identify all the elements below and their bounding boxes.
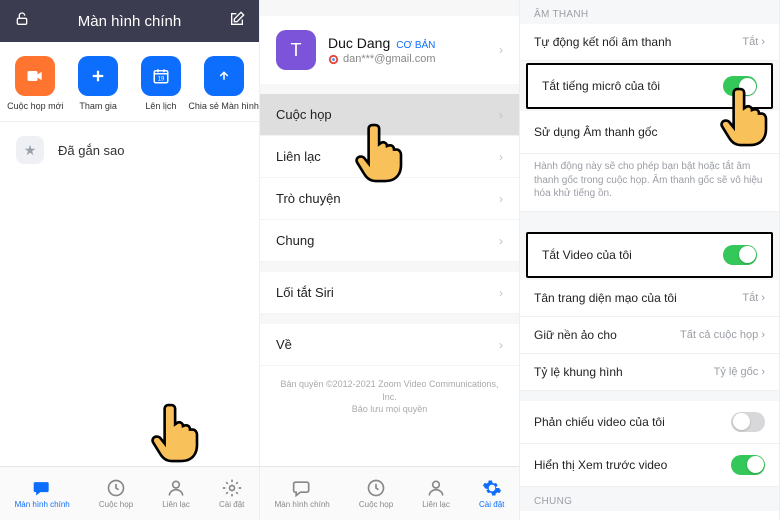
tab-home[interactable]: Màn hình chính (275, 478, 330, 509)
toggle-mute-mic[interactable] (723, 76, 757, 96)
row-always-controls[interactable]: Luôn hiện các nút điều khiển cuộc họp (520, 511, 779, 520)
tab-settings[interactable]: Cài đặt (479, 478, 504, 509)
schedule-button[interactable]: 19 Lên lịch (131, 56, 191, 111)
chevron-right-icon: › (499, 43, 503, 57)
row-preview[interactable]: Hiển thị Xem trước video (520, 444, 779, 487)
tab-meetings[interactable]: Cuộc họp (359, 478, 393, 509)
lock-icon (14, 11, 30, 31)
chevron-right-icon: › (499, 108, 503, 122)
tabbar: Màn hình chính Cuộc họp Liên lạc Cài đặt (0, 466, 259, 520)
toggle-orig-sound[interactable] (731, 122, 765, 142)
chevron-right-icon: › (499, 192, 503, 206)
edit-icon[interactable] (229, 11, 245, 31)
chevron-right-icon: › (499, 234, 503, 248)
join-button[interactable]: Tham gia (68, 56, 128, 111)
toggle-preview[interactable] (731, 455, 765, 475)
tab-contacts[interactable]: Liên lạc (162, 478, 190, 509)
row-auto-audio[interactable]: Tự động kết nối âm thanhTắt › (520, 24, 779, 61)
header: Màn hình chính (0, 0, 259, 42)
section-audio: ÂM THANH (520, 0, 779, 24)
row-original-sound[interactable]: Sử dụng Âm thanh gốc (520, 111, 779, 154)
action-row: Cuộc họp mới Tham gia 19 Lên lịch Chia s… (0, 42, 259, 122)
star-icon: ★ (16, 136, 44, 164)
tab-settings[interactable]: Cài đặt (219, 478, 244, 509)
settings-contacts[interactable]: Liên lạc› (260, 136, 519, 178)
profile-email: dan***@gmail.com (328, 53, 487, 65)
settings-general[interactable]: Chung› (260, 220, 519, 262)
chevron-right-icon: › (499, 338, 503, 352)
chevron-right-icon: › (499, 286, 503, 300)
row-video-off[interactable]: Tắt Video của tôi (526, 232, 773, 278)
settings-about[interactable]: Về› (260, 324, 519, 366)
row-mirror[interactable]: Phản chiếu video của tôi (520, 401, 779, 444)
profile-row[interactable]: T Duc DangCƠ BẢN dan***@gmail.com › (260, 16, 519, 84)
tab-contacts[interactable]: Liên lạc (422, 478, 450, 509)
page-title: Màn hình chính (78, 13, 181, 30)
row-aspect[interactable]: Tỷ lệ khung hìnhTỷ lệ gốc › (520, 354, 779, 391)
settings-siri[interactable]: Lối tắt Siri› (260, 272, 519, 314)
starred-row[interactable]: ★ Đã gắn sao (0, 122, 259, 178)
copyright: Bản quyền ©2012-2021 Zoom Video Communic… (260, 366, 519, 428)
row-keep-bg[interactable]: Giữ nền ảo choTất cả cuộc họp › (520, 317, 779, 354)
chevron-right-icon: › (499, 150, 503, 164)
orig-sound-desc: Hành động này sẽ cho phép bạn bật hoặc t… (520, 154, 779, 212)
section-general: CHUNG (520, 487, 779, 511)
share-screen-button[interactable]: Chia sẻ Màn hình (194, 56, 254, 111)
plan-badge: CƠ BẢN (396, 40, 435, 51)
row-touch-up[interactable]: Tân trang diện mạo của tôiTắt › (520, 280, 779, 317)
new-meeting-button[interactable]: Cuộc họp mới (5, 56, 65, 111)
settings-meetings[interactable]: Cuộc họp› (260, 94, 519, 136)
avatar: T (276, 30, 316, 70)
settings-chat[interactable]: Trò chuyện› (260, 178, 519, 220)
tab-meetings[interactable]: Cuộc họp (99, 478, 133, 509)
tabbar: Màn hình chính Cuộc họp Liên lạc Cài đặt (260, 466, 519, 520)
toggle-mirror[interactable] (731, 412, 765, 432)
toggle-video-off[interactable] (723, 245, 757, 265)
tab-home[interactable]: Màn hình chính (15, 478, 70, 509)
svg-text:19: 19 (158, 77, 165, 83)
row-mute-mic[interactable]: Tắt tiếng micrô của tôi (526, 63, 773, 109)
